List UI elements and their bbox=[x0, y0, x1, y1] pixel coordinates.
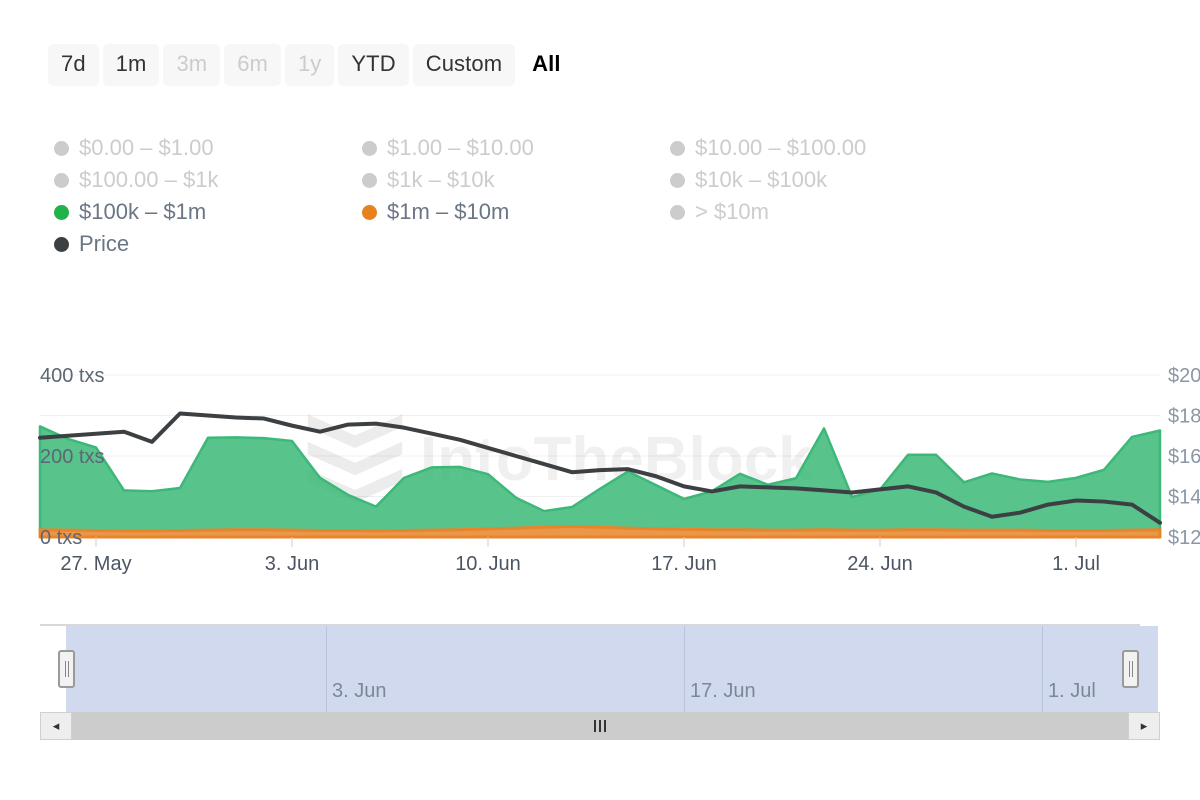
legend-item-label: $100k – $1m bbox=[79, 201, 206, 223]
y-axis-right-tick: $12.00 bbox=[1168, 527, 1200, 549]
handle-grip-line bbox=[1129, 661, 1130, 677]
legend-item-4[interactable]: $1k – $10k bbox=[362, 169, 670, 191]
x-axis-tick-label: 17. Jun bbox=[651, 553, 717, 575]
grip-line bbox=[594, 720, 596, 732]
chart-legend: $0.00 – $1.00 $1.00 – $10.00 $10.00 – $100… bbox=[54, 132, 1054, 260]
x-axis-tick-label: 24. Jun bbox=[847, 553, 913, 575]
legend-item-7[interactable]: $1m – $10m bbox=[362, 201, 670, 223]
legend-row: $100.00 – $1k $1k – $10k $10k – $100k bbox=[54, 164, 1054, 196]
y-axis-right-labels: $12.00 $14.00 $16.00 $18.00 $20.00 bbox=[1168, 365, 1200, 549]
range-button-1y: 1y bbox=[285, 44, 334, 86]
navigator-divider bbox=[1042, 626, 1043, 712]
range-button-3m: 3m bbox=[163, 44, 220, 86]
grip-line bbox=[604, 720, 606, 732]
x-axis-tick-label: 27. May bbox=[60, 553, 131, 575]
transactions-price-chart[interactable]: IntoTheBlock 0 txs200 txs400 txs $12.00$… bbox=[0, 330, 1200, 590]
scrollbar-track[interactable] bbox=[72, 712, 1128, 740]
y-axis-left-tick: 400 txs bbox=[40, 365, 104, 387]
x-axis-tick-label: 1. Jul bbox=[1052, 553, 1100, 575]
chart-navigator[interactable]: 3. Jun 17. Jun 1. Jul bbox=[40, 624, 1160, 712]
legend-item-2[interactable]: $10.00 – $100.00 bbox=[670, 137, 1000, 159]
legend-dot-icon bbox=[54, 237, 69, 252]
grip-line bbox=[599, 720, 601, 732]
navigator-right-handle[interactable] bbox=[1122, 650, 1139, 688]
scrollbar-grip[interactable] bbox=[594, 720, 606, 732]
handle-grip-line bbox=[65, 661, 66, 677]
legend-dot-icon bbox=[362, 173, 377, 188]
chart-plot-area[interactable]: IntoTheBlock 0 txs200 txs400 txs $12.00$… bbox=[0, 330, 1200, 590]
legend-item-9[interactable]: Price bbox=[54, 233, 362, 255]
range-button-7d[interactable]: 7d bbox=[48, 44, 99, 86]
legend-dot-icon bbox=[54, 141, 69, 156]
legend-dot-icon bbox=[54, 173, 69, 188]
range-selector: 7d1m3m6m1yYTDCustomAll bbox=[48, 44, 574, 86]
range-button-ytd[interactable]: YTD bbox=[338, 44, 408, 86]
legend-item-label: $1.00 – $10.00 bbox=[387, 137, 534, 159]
legend-item-3[interactable]: $100.00 – $1k bbox=[54, 169, 362, 191]
legend-dot-icon bbox=[362, 205, 377, 220]
chart-scrollbar[interactable]: ◂ ▸ bbox=[40, 712, 1160, 740]
legend-dot-icon bbox=[362, 141, 377, 156]
navigator-xlabel: 3. Jun bbox=[332, 680, 386, 703]
handle-grip-line bbox=[1132, 661, 1133, 677]
legend-dot-icon bbox=[54, 205, 69, 220]
handle-grip-line bbox=[68, 661, 69, 677]
legend-dot-icon bbox=[670, 205, 685, 220]
y-axis-left-tick: 0 txs bbox=[40, 527, 82, 549]
range-button-1m[interactable]: 1m bbox=[103, 44, 160, 86]
navigator-selected-range[interactable] bbox=[66, 626, 1158, 712]
legend-item-1[interactable]: $1.00 – $10.00 bbox=[362, 137, 670, 159]
y-axis-right-tick: $14.00 bbox=[1168, 487, 1200, 509]
x-axis-tick-label: 3. Jun bbox=[265, 553, 319, 575]
y-axis-left-tick: 200 txs bbox=[40, 446, 104, 468]
y-axis-right-tick: $20.00 bbox=[1168, 365, 1200, 387]
legend-item-0[interactable]: $0.00 – $1.00 bbox=[54, 137, 362, 159]
x-axis-labels: 27. May 3. Jun 10. Jun 17. Jun 24. Jun 1. Jul bbox=[60, 537, 1099, 575]
navigator-divider bbox=[684, 626, 685, 712]
legend-item-label: $1m – $10m bbox=[387, 201, 509, 223]
range-button-custom[interactable]: Custom bbox=[413, 44, 515, 86]
legend-dot-icon bbox=[670, 141, 685, 156]
navigator-divider bbox=[326, 626, 327, 712]
navigator-xlabel: 17. Jun bbox=[690, 680, 756, 703]
navigator-xlabel: 1. Jul bbox=[1048, 680, 1096, 703]
range-button-all[interactable]: All bbox=[519, 44, 573, 86]
legend-item-6[interactable]: $100k – $1m bbox=[54, 201, 362, 223]
legend-row: Price bbox=[54, 228, 1054, 260]
legend-item-label: > $10m bbox=[695, 201, 769, 223]
legend-item-8[interactable]: > $10m bbox=[670, 201, 1000, 223]
y-axis-right-tick: $16.00 bbox=[1168, 446, 1200, 468]
legend-item-label: Price bbox=[79, 233, 129, 255]
range-button-6m: 6m bbox=[224, 44, 281, 86]
legend-row: $100k – $1m $1m – $10m > $10m bbox=[54, 196, 1054, 228]
legend-row: $0.00 – $1.00 $1.00 – $10.00 $10.00 – $100… bbox=[54, 132, 1054, 164]
legend-item-label: $10.00 – $100.00 bbox=[695, 137, 866, 159]
legend-dot-icon bbox=[670, 173, 685, 188]
legend-item-label: $1k – $10k bbox=[387, 169, 495, 191]
x-axis-tick-label: 10. Jun bbox=[455, 553, 521, 575]
legend-item-label: $100.00 – $1k bbox=[79, 169, 218, 191]
legend-item-5[interactable]: $10k – $100k bbox=[670, 169, 1000, 191]
scrollbar-left-arrow-button[interactable]: ◂ bbox=[40, 712, 72, 740]
legend-item-label: $10k – $100k bbox=[695, 169, 827, 191]
y-axis-right-tick: $18.00 bbox=[1168, 406, 1200, 428]
legend-item-label: $0.00 – $1.00 bbox=[79, 137, 214, 159]
navigator-left-handle[interactable] bbox=[58, 650, 75, 688]
scrollbar-right-arrow-button[interactable]: ▸ bbox=[1128, 712, 1160, 740]
